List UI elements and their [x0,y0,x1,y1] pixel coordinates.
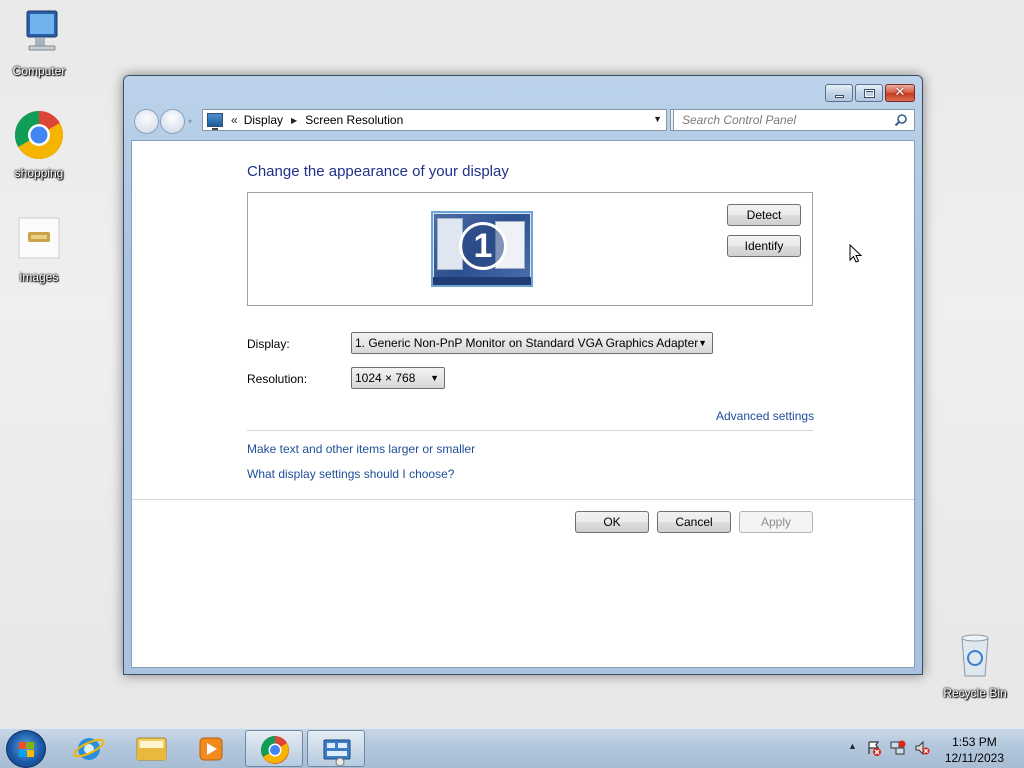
resolution-label: Resolution: [247,372,308,386]
page-title: Change the appearance of your display [247,163,509,180]
taskbar: ▲ 1:53 PM 12/11/2023 [0,728,1024,768]
desktop-icon-images[interactable]: images [1,214,77,284]
breadcrumb-screen-resolution[interactable]: Screen Resolution [305,113,403,127]
client-area: Change the appearance of your display 1 … [131,140,915,668]
network-icon[interactable] [890,740,906,756]
search-icon[interactable] [894,113,908,127]
minimize-button[interactable] [825,84,853,102]
display-select-value: 1. Generic Non-PnP Monitor on Standard V… [355,336,699,350]
chrome-icon [261,736,289,764]
start-button[interactable] [6,730,46,768]
section-divider [247,430,813,431]
chevron-down-icon: ▼ [698,338,707,348]
clock-time: 1:53 PM [952,735,997,749]
caption-buttons: ✕ [825,84,915,102]
address-dropdown-icon[interactable]: ▼ [653,114,662,124]
footer-divider [132,499,914,500]
navigation-bar: ▾ « Display ▶ Screen Resolution ▼ ↻ [132,107,915,135]
taskbar-file-explorer[interactable] [122,730,180,767]
internet-explorer-icon [73,738,105,760]
maximize-icon [863,88,875,98]
taskbar-chrome[interactable] [245,730,303,767]
taskbar-internet-explorer[interactable] [60,730,118,767]
back-button[interactable] [134,109,159,134]
recent-pages-dropdown[interactable]: ▾ [188,117,192,126]
make-text-larger-link[interactable]: Make text and other items larger or smal… [247,442,475,456]
taskbar-media-player[interactable] [182,730,240,767]
search-box[interactable] [673,109,915,131]
display-label: Display: [247,337,290,351]
show-hidden-icons-icon[interactable]: ▲ [848,741,857,751]
volume-muted-icon[interactable] [914,740,930,756]
breadcrumb-display[interactable]: Display [244,113,283,127]
identify-button[interactable]: Identify [727,235,801,257]
desktop-icon-shopping[interactable]: shopping [1,110,77,180]
media-player-icon [199,737,223,761]
breadcrumb-arrow-icon[interactable]: ▶ [291,116,297,125]
clock-date: 12/11/2023 [944,751,1004,765]
monitor-taskbar-thumb [433,277,531,285]
forward-button[interactable] [160,109,185,134]
chevron-down-icon: ▼ [430,373,439,383]
display-preview-panel: 1 Detect Identify [247,192,813,306]
desktop-icon-label: Recycle Bin [943,686,1007,700]
computer-icon [13,8,65,60]
monitor-number: 1 [459,222,507,270]
monitor-1-icon[interactable]: 1 [431,211,533,287]
nav-buttons: ▾ [132,108,200,134]
chrome-icon [13,110,65,162]
resolution-select-value: 1024 × 768 [355,371,416,385]
display-select[interactable]: 1. Generic Non-PnP Monitor on Standard V… [351,332,713,354]
screen-resolution-window: ✕ ▾ « Display ▶ Screen Resolution ▼ ↻ [123,75,923,675]
display-settings-help-link[interactable]: What display settings should I choose? [247,467,454,481]
windows-logo-icon [19,742,35,758]
desktop-icon-label: Computer [12,64,66,78]
advanced-settings-link[interactable]: Advanced settings [716,409,814,423]
clock[interactable]: 1:53 PM 12/11/2023 [945,734,1004,766]
action-center-icon[interactable] [866,740,882,756]
control-panel-icon [323,739,351,767]
ok-button[interactable]: OK [575,511,649,533]
desktop-icon-label: shopping [14,166,64,180]
close-icon: ✕ [894,85,906,100]
desktop-icon-label: images [19,270,59,284]
image-file-icon [13,214,65,266]
desktop-icon-computer[interactable]: Computer [1,8,77,78]
breadcrumb-overflow[interactable]: « [231,113,238,127]
recycle-bin-icon [949,630,1001,682]
address-bar[interactable]: « Display ▶ Screen Resolution ▼ [202,109,667,131]
system-tray: ▲ 1:53 PM 12/11/2023 [834,729,1024,768]
taskbar-control-panel[interactable] [307,730,365,767]
search-input[interactable] [682,113,882,127]
cancel-button[interactable]: Cancel [657,511,731,533]
maximize-button[interactable] [855,84,883,102]
detect-button[interactable]: Detect [727,204,801,226]
desktop-icon-recycle-bin[interactable]: Recycle Bin [937,630,1013,700]
apply-button[interactable]: Apply [739,511,813,533]
folder-icon [136,737,167,761]
minimize-icon [834,94,844,98]
mouse-cursor-icon [849,244,863,263]
resolution-select[interactable]: 1024 × 768 ▼ [351,367,445,389]
control-panel-display-icon [207,113,223,130]
close-button[interactable]: ✕ [885,84,915,102]
